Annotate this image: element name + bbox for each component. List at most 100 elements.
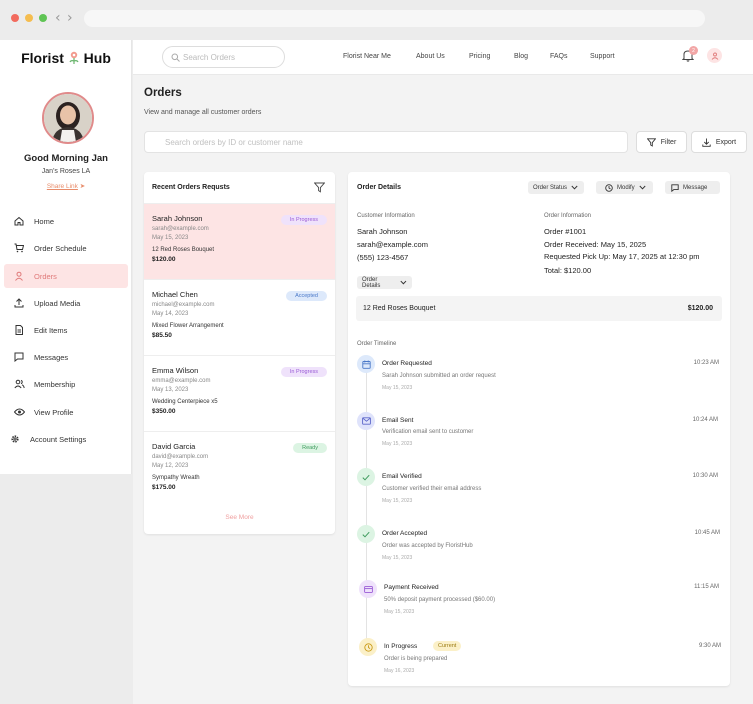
back-icon[interactable]: ‹ [55,10,61,26]
notification-badge: 2 [689,46,698,55]
url-bar[interactable] [84,10,705,27]
status-badge: Ready [293,443,327,453]
nav-faqs[interactable]: FAQs [550,53,568,60]
order-price: $350.00 [152,408,176,415]
clock-icon [605,183,613,192]
order-date: May 15, 2023 [152,235,189,241]
order-date: May 13, 2023 [152,387,189,393]
sidebar-item-view-profile[interactable]: View Profile [4,400,128,424]
order-price: $175.00 [152,484,176,491]
minimize-window-button[interactable] [25,14,33,22]
order-details-title: Order Details [357,184,401,191]
export-button[interactable]: Export [691,131,747,153]
send-icon: ➤ [79,183,86,190]
timeline-desc: Verification email sent to customer [382,429,474,435]
sidebar-item-label: Membership [34,379,76,389]
customer-phone: (555) 123-4567 [357,253,409,262]
clock-icon [363,642,373,652]
greeting: Good Morning Jan [24,153,108,164]
order-number: Order #1001 [544,227,587,236]
order-row[interactable]: Emma Wilson emma@example.com May 13, 202… [144,355,335,431]
download-icon [702,138,711,147]
modify-label: Modify [617,184,635,191]
brand-logo[interactable]: Florist Hub [0,50,132,66]
sidebar-item-upload-media[interactable]: Upload Media [4,291,128,315]
maximize-window-button[interactable] [39,14,47,22]
timeline-date: May 15, 2023 [382,555,413,561]
nav-pricing[interactable]: Pricing [469,53,490,60]
profile-avatar[interactable] [42,92,94,144]
filter-icon[interactable] [314,182,325,193]
timeline-step-icon [357,412,375,430]
sidebar-item-home[interactable]: Home [4,209,128,233]
nav-support[interactable]: Support [590,53,615,60]
close-window-button[interactable] [11,14,19,22]
timeline-title: Email Sent [382,417,414,424]
timeline-title: Order Accepted [382,530,428,537]
gear-icon [11,435,19,443]
sidebar-item-order-schedule[interactable]: Order Schedule [4,236,128,260]
nav-about-us[interactable]: About Us [416,53,445,60]
sidebar-item-account-settings[interactable]: Account Settings [0,427,124,451]
nav-florist-near-me[interactable]: Florist Near Me [343,53,391,60]
order-date: May 14, 2023 [152,311,189,317]
timeline-step-icon [357,525,375,543]
status-badge: Accepted [286,291,327,301]
search-orders-input[interactable]: Search Orders [162,46,285,68]
page-subtitle: View and manage all customer orders [144,109,262,116]
eye-icon [13,408,25,416]
timeline-desc: Order was accepted by FloristHub [382,543,473,549]
sidebar-item-label: Order Schedule [34,243,87,253]
timeline-time: 11:15 AM [694,584,719,590]
message-button[interactable]: Message [665,181,720,194]
order-row[interactable]: David Garcia david@example.com May 12, 2… [144,431,335,507]
brand-name-right: Hub [83,50,111,66]
order-status-label: Order Status [533,184,568,191]
order-pickup: Requested Pick Up: May 17, 2025 at 12:30… [544,252,700,261]
order-row[interactable]: Sarah Johnson sarah@example.com May 15, … [144,203,335,279]
shop-name: Jan's Roses LA [41,168,91,175]
sidebar-item-label: Orders [34,271,57,281]
order-details-dropdown[interactable]: Order Details [357,276,412,289]
timeline-step-icon [359,580,377,598]
timeline-title: Payment Received [384,584,439,591]
order-row[interactable]: Michael Chen michael@example.com May 14,… [144,279,335,355]
check-icon [362,531,370,538]
order-price: $120.00 [152,256,176,263]
customer-email: sarah@example.com [357,240,428,249]
brand-name-left: Florist [21,50,64,66]
sidebar-item-membership[interactable]: Membership [4,372,128,396]
users-icon [13,379,25,389]
cart-icon [14,243,24,253]
timeline-step-icon [357,468,375,486]
home-icon [14,216,24,226]
order-info-label: Order Information [544,213,592,219]
status-badge: In Progress [280,215,327,225]
recent-orders-title: Recent Orders Requsts [152,184,230,191]
profile-photo [44,94,92,142]
upload-icon [14,298,24,308]
status-badge: In Progress [280,367,327,377]
user-avatar-button[interactable] [707,48,722,63]
filter-button[interactable]: Filter [636,131,687,153]
timeline-title: In Progress [384,643,418,650]
forward-icon[interactable]: › [67,10,73,26]
modify-dropdown[interactable]: Modify [596,181,653,194]
order-status-dropdown[interactable]: Order Status [528,181,584,194]
timeline-time: 9:30 AM [698,643,721,649]
check-icon [362,474,370,481]
order-search-input[interactable]: Search orders by ID or customer name [144,131,628,153]
nav-blog[interactable]: Blog [514,53,528,60]
order-total: Total: $120.00 [544,266,592,275]
customer-name: Sarah Johnson [357,227,408,236]
see-more-link[interactable]: See More [144,514,335,521]
timeline-label: Order Timeline [357,341,397,347]
message-icon [671,183,679,192]
sidebar-item-label: Upload Media [34,298,81,308]
share-link[interactable]: Share Link ➤ [0,182,132,190]
sidebar-item-orders[interactable]: Orders [4,264,128,288]
sidebar-item-messages[interactable]: Messages [4,345,128,369]
order-details-dropdown-label: Order Details [362,276,381,289]
order-email: david@example.com [152,454,209,460]
sidebar-item-edit-items[interactable]: Edit Items [4,318,128,342]
